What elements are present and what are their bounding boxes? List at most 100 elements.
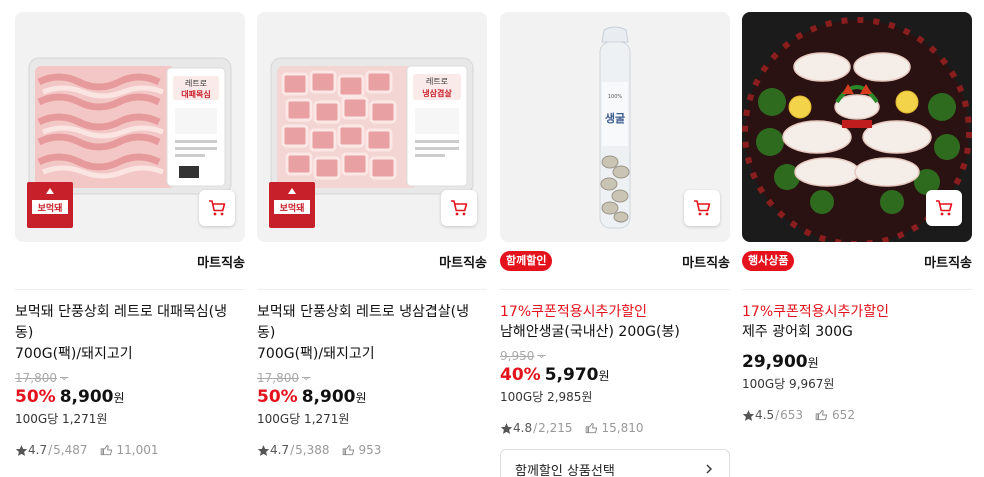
- product-title-line: 제주 광어회 300G: [742, 324, 853, 340]
- like-count: 953: [358, 443, 382, 457]
- discount-rate: 40%: [500, 365, 541, 385]
- coupon-promo-text: 17%쿠폰적용시추가할인: [742, 304, 890, 320]
- like-hand-icon: [585, 423, 597, 434]
- svg-text:보먹돼: 보먹돼: [280, 202, 305, 214]
- price-row: 40% 5,970원: [500, 364, 730, 386]
- product-image[interactable]: 100% 생굴: [500, 12, 730, 242]
- review-count: 2,215: [538, 421, 573, 435]
- original-price-value: 17,800: [15, 371, 57, 385]
- add-to-cart-button[interactable]: [441, 190, 477, 226]
- discount-rate: 50%: [257, 387, 298, 407]
- original-price: 17,800 ⌄: [15, 370, 245, 386]
- svg-text:레트로: 레트로: [426, 77, 448, 86]
- bundle-select-button[interactable]: 함께할인 상품선택: [500, 449, 730, 477]
- promo-badge: 행사상품: [742, 251, 795, 271]
- like-hand-icon: [100, 445, 112, 456]
- product-image[interactable]: [742, 12, 972, 242]
- product-image[interactable]: 레트로 냉삼겹살 보먹돼: [257, 12, 487, 242]
- product-card[interactable]: 행사상품 마트직송 17%쿠폰적용시추가할인 제주 광어회 300G 29,90…: [742, 12, 972, 424]
- sale-price: 8,900: [301, 387, 356, 407]
- product-info[interactable]: 17%쿠폰적용시추가할인 남해안생굴(국내산) 200G(봉) 9,950 ⌄ …: [500, 290, 730, 477]
- star-icon: [742, 409, 755, 421]
- price-row: 50% 8,900원: [15, 386, 245, 408]
- currency-unit: 원: [598, 369, 610, 383]
- product-image[interactable]: 레트로 대패목심 보먹돼: [15, 12, 245, 242]
- chevron-down-icon[interactable]: ⌄: [60, 370, 68, 386]
- chevron-down-icon[interactable]: ⌄: [537, 348, 545, 364]
- currency-unit: 원: [807, 356, 819, 370]
- product-title[interactable]: 남해안생굴(국내산) 200G(봉): [500, 322, 730, 343]
- product-title-line: 700G(팩)/돼지고기: [257, 346, 375, 362]
- product-grid: 레트로 대패목심 보먹돼 마트직송 보먹돼 단풍상회 레트로 대패목심(냉동) …: [0, 0, 984, 477]
- like-count: 15,810: [601, 421, 644, 435]
- original-price-value: 17,800: [257, 371, 299, 385]
- unit-price: 100G당 1,271원: [15, 412, 108, 426]
- unit-price: 100G당 2,985원: [500, 390, 593, 404]
- product-meta-row: 함께할인 마트직송: [500, 250, 730, 290]
- product-stats: 4.5/653 652: [742, 406, 972, 424]
- product-meta-row: 마트직송: [257, 250, 487, 290]
- product-title-line: 700G(팩)/돼지고기: [15, 346, 133, 362]
- product-card[interactable]: 레트로 냉삼겹살 보먹돼 마트직송 보먹돼 단풍상회 레트로 냉삼겹살(냉동) …: [257, 12, 487, 459]
- bundle-select-label: 함께할인 상품선택: [515, 463, 615, 477]
- product-meta-row: 행사상품 마트직송: [742, 250, 972, 290]
- like-hand-icon: [815, 410, 828, 421]
- review-count: 5,487: [53, 443, 88, 457]
- rating: 4.8: [513, 421, 533, 435]
- review-count: 5,388: [295, 443, 330, 457]
- currency-unit: 원: [355, 391, 367, 405]
- price-row: 50% 8,900원: [257, 386, 487, 408]
- star-icon: [500, 422, 513, 434]
- product-card[interactable]: 100% 생굴 함께할인 마트직송 17%쿠폰적용시추가할인 남해안생굴(국내산…: [500, 12, 730, 477]
- cart-icon: [209, 200, 226, 216]
- sale-price: 5,970: [544, 365, 599, 385]
- svg-text:생굴: 생굴: [605, 111, 625, 125]
- unit-price: 100G당 1,271원: [257, 412, 350, 426]
- delivery-type: 마트직송: [682, 256, 730, 271]
- discount-rate: 50%: [15, 387, 56, 407]
- likes: 15,810: [585, 421, 644, 435]
- product-card[interactable]: 레트로 대패목심 보먹돼 마트직송 보먹돼 단풍상회 레트로 대패목심(냉동) …: [15, 12, 245, 459]
- product-title[interactable]: 보먹돼 단풍상회 레트로 대패목심(냉동) 700G(팩)/돼지고기: [15, 302, 245, 365]
- product-title-line: 보먹돼 단풍상회 레트로 대패목심(냉동): [15, 304, 228, 341]
- product-title-line: 보먹돼 단풍상회 레트로 냉삼겹살(냉동): [257, 304, 470, 341]
- rating-separator: /: [48, 443, 53, 457]
- like-count: 11,001: [116, 443, 159, 457]
- delivery-type: 마트직송: [439, 256, 487, 271]
- svg-text:대패목심: 대패목심: [181, 89, 210, 99]
- sale-price: 8,900: [59, 387, 114, 407]
- star-icon: [257, 444, 270, 456]
- product-title[interactable]: 보먹돼 단풍상회 레트로 냉삼겹살(냉동) 700G(팩)/돼지고기: [257, 302, 487, 365]
- rating-separator: /: [533, 421, 538, 435]
- delivery-type: 마트직송: [924, 256, 972, 271]
- rating: 4.7: [270, 443, 290, 457]
- product-stats: 4.7/5,388 953: [257, 441, 487, 459]
- product-info[interactable]: 보먹돼 단풍상회 레트로 냉삼겹살(냉동) 700G(팩)/돼지고기 17,80…: [257, 290, 487, 459]
- add-to-cart-button[interactable]: [199, 190, 235, 226]
- add-to-cart-button[interactable]: [926, 190, 962, 226]
- product-stats: 4.8/2,215 15,810: [500, 419, 730, 437]
- cart-icon: [694, 200, 711, 216]
- svg-text:냉삼겹살: 냉삼겹살: [422, 88, 452, 98]
- product-meta-row: 마트직송: [15, 250, 245, 290]
- unit-price: 100G당 9,967원: [742, 377, 835, 391]
- likes: 652: [815, 408, 855, 422]
- original-price: 9,950 ⌄: [500, 348, 730, 364]
- sale-price: 29,900: [742, 352, 808, 372]
- price-row: 29,900원: [742, 351, 972, 373]
- delivery-type: 마트직송: [197, 256, 245, 271]
- original-price-value: 9,950: [500, 349, 535, 363]
- product-stats: 4.7/5,487 11,001: [15, 441, 245, 459]
- chevron-down-icon[interactable]: ⌄: [302, 370, 310, 386]
- svg-text:레트로: 레트로: [185, 79, 207, 88]
- add-to-cart-button[interactable]: [684, 190, 720, 226]
- product-info[interactable]: 보먹돼 단풍상회 레트로 대패목심(냉동) 700G(팩)/돼지고기 17,80…: [15, 290, 245, 459]
- review-count: 653: [780, 408, 804, 422]
- like-hand-icon: [342, 445, 354, 456]
- product-title[interactable]: 제주 광어회 300G: [742, 322, 972, 343]
- cart-icon: [451, 200, 468, 216]
- cart-icon: [936, 200, 953, 216]
- coupon-promo-text: 17%쿠폰적용시추가할인: [500, 304, 648, 320]
- product-info[interactable]: 17%쿠폰적용시추가할인 제주 광어회 300G 29,900원 100G당 9…: [742, 290, 972, 424]
- rating-separator: /: [775, 408, 780, 422]
